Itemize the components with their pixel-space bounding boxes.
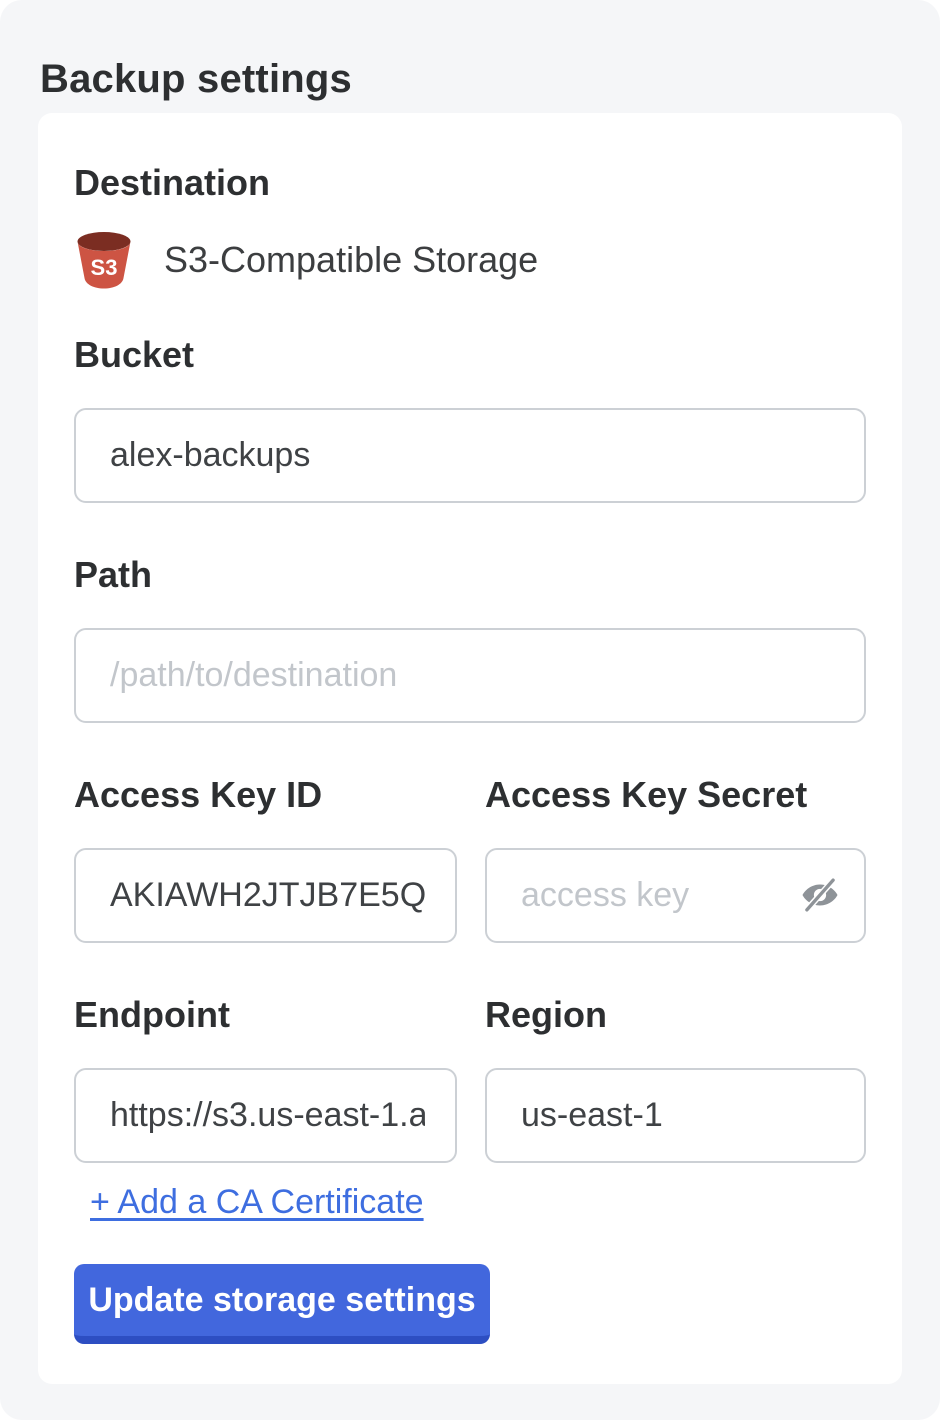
backup-settings-page: Backup settings Destination S3 S3-Compat… xyxy=(0,0,940,1420)
region-label: Region xyxy=(485,995,866,1035)
add-ca-certificate-link[interactable]: + Add a CA Certificate xyxy=(90,1183,424,1222)
path-label: Path xyxy=(74,555,866,595)
bucket-input[interactable] xyxy=(74,408,866,503)
destination-row: S3 S3-Compatible Storage xyxy=(74,231,866,289)
endpoint-input[interactable] xyxy=(74,1068,457,1163)
access-key-secret-label: Access Key Secret xyxy=(485,775,866,815)
destination-value: S3-Compatible Storage xyxy=(164,239,538,281)
toggle-secret-visibility-button[interactable] xyxy=(798,873,842,917)
access-key-secret-wrap xyxy=(485,815,866,943)
region-input[interactable] xyxy=(485,1068,866,1163)
access-key-id-label: Access Key ID xyxy=(74,775,457,815)
access-key-labels-row: Access Key ID Access Key Secret xyxy=(74,775,866,815)
path-input[interactable] xyxy=(74,628,866,723)
s3-bucket-icon: S3 xyxy=(74,231,134,289)
access-key-id-wrap xyxy=(74,815,457,943)
endpoint-label: Endpoint xyxy=(74,995,457,1035)
region-wrap xyxy=(485,1035,866,1163)
endpoint-region-labels-row: Endpoint Region xyxy=(74,995,866,1035)
access-key-inputs-row xyxy=(74,815,866,943)
destination-label: Destination xyxy=(74,163,866,203)
endpoint-region-inputs-row xyxy=(74,1035,866,1163)
bucket-label: Bucket xyxy=(74,335,866,375)
eye-off-icon xyxy=(799,874,841,916)
svg-text:S3: S3 xyxy=(91,255,118,280)
endpoint-wrap xyxy=(74,1035,457,1163)
page-title: Backup settings xyxy=(40,57,352,102)
access-key-id-input[interactable] xyxy=(74,848,457,943)
backup-settings-card: Destination S3 S3-Compatible Storage Buc… xyxy=(38,113,902,1384)
update-storage-settings-button[interactable]: Update storage settings xyxy=(74,1264,490,1344)
